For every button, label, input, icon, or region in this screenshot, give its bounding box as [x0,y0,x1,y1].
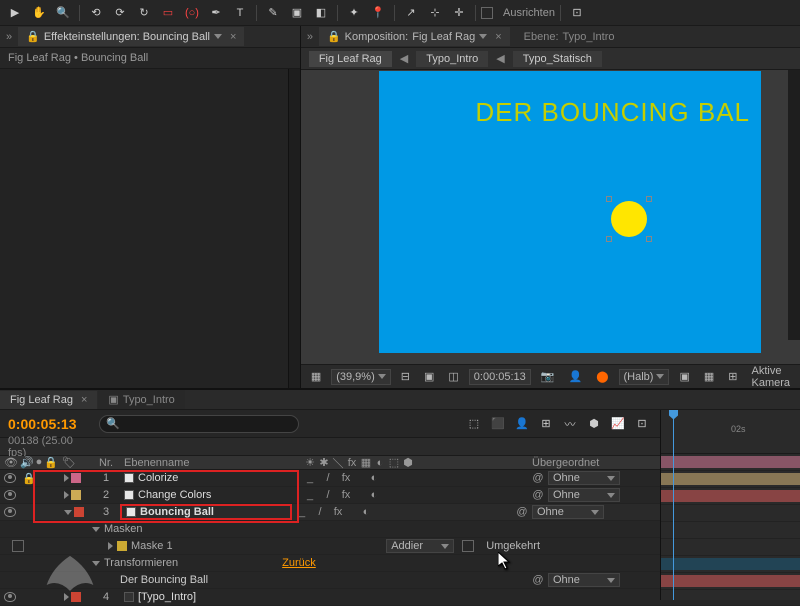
shy-icon[interactable]: 👤 [512,415,532,433]
close-icon[interactable]: × [230,31,236,43]
brush-tool[interactable]: ✎ [262,3,284,23]
camera-label[interactable]: Aktive Kamera [747,365,794,389]
timeline-tab[interactable]: Fig Leaf Rag× [0,391,97,409]
parent-dropdown[interactable]: Ohne [548,488,620,502]
effects-subtitle: Fig Leaf Rag • Bouncing Ball [0,48,300,69]
effects-panel: » 🔒 Effekteinstellungen: Bouncing Ball ×… [0,26,301,388]
mask-icon[interactable]: ◫ [444,370,462,383]
layer-tab[interactable]: Ebene: Typo_Intro [516,28,623,46]
fps-display: 00138 (25.00 fps) [0,435,95,459]
timeline-tab[interactable]: ▣ Typo_Intro [98,390,184,409]
pickwhip-icon[interactable]: @ [516,506,528,518]
timeline-tracks[interactable] [660,436,800,600]
zoom-dropdown[interactable]: (39,9%) [331,369,391,385]
effects-panel-tab[interactable]: 🔒 Effekteinstellungen: Bouncing Ball × [18,27,244,46]
main-toolbar: ▶ ✋ 🔍 ⟲ ⟳ ↻ ▭ (○) ✒ T ✎ ▣ ◧ ✦ 📍 ↗ ⊹ ✛ Au… [0,0,800,26]
scrollbar[interactable] [288,69,300,388]
mask-ellipse-tool[interactable]: (○) [181,3,203,23]
channel-icon[interactable]: ⬤ [592,370,612,383]
eraser-tool[interactable]: ◧ [310,3,332,23]
inverted-checkbox[interactable] [462,540,474,552]
lock-column-icon[interactable]: 🔒 [44,456,58,469]
canvas-title-text: DER BOUNCING BAL [475,97,750,128]
transparency-icon[interactable]: ▦ [700,370,718,383]
lock-icon[interactable]: 🔒 [22,472,36,485]
mask-mode-dropdown[interactable]: Addier [386,539,454,553]
motion-blur-icon[interactable]: 〰 [560,415,580,433]
solo-column-icon[interactable]: ● [36,456,43,469]
lock-icon: 🔒 [327,30,341,43]
snapshot-icon[interactable]: 📷 [537,370,559,383]
viewer-footer: ▦ (39,9%) ⊟ ▣ ◫ 0:00:05:13 📷 👤 ⬤ (Halb) … [301,364,800,388]
parent-dropdown[interactable]: Ohne [532,505,604,519]
orbit-tool[interactable]: ⟲ [85,3,107,23]
pickwhip-icon[interactable]: @ [532,472,544,484]
current-time[interactable]: 0:00:05:13 [0,416,95,432]
roi-icon[interactable]: ▣ [675,370,693,383]
draft3d-icon[interactable]: ⬛ [488,415,508,433]
canvas[interactable]: DER BOUNCING BAL [379,71,761,353]
orbit2-tool[interactable]: ⟳ [109,3,131,23]
zoom-tool[interactable]: 🔍 [52,3,74,23]
world-axis[interactable]: ⊹ [424,3,446,23]
selection-tool[interactable]: ▶ [4,3,26,23]
puppet-tool[interactable]: 📍 [367,3,389,23]
stamp-tool[interactable]: ▣ [286,3,308,23]
close-icon[interactable]: × [81,394,87,406]
region-icon[interactable]: ▣ [420,370,438,383]
composition-tab[interactable]: 🔒 Komposition: Fig Leaf Rag × [319,27,510,46]
composition-panel: » 🔒 Komposition: Fig Leaf Rag × Ebene: T… [301,26,800,388]
label-column-icon[interactable]: 🏷 [62,457,76,469]
eye-icon[interactable] [4,473,16,483]
eye-icon[interactable] [4,490,16,500]
text-tool[interactable]: T [229,3,251,23]
eye-icon[interactable] [4,507,16,517]
roto-tool[interactable]: ✦ [343,3,365,23]
pen-tool[interactable]: ✒ [205,3,227,23]
timecode-display[interactable]: 0:00:05:13 [469,369,531,385]
show-snap-icon[interactable]: 👤 [564,370,586,383]
pickwhip-icon[interactable]: @ [532,489,544,501]
close-icon[interactable]: × [495,31,501,43]
breadcrumb: Fig Leaf Rag ◀ Typo_Intro ◀ Typo_Statisc… [301,48,800,70]
composition-viewer[interactable]: DER BOUNCING BAL [301,70,800,364]
eye-icon[interactable] [4,592,16,602]
lock-icon: 🔒 [26,30,40,43]
grid-icon[interactable]: ▦ [307,370,325,383]
effects-panel-title: Effekteinstellungen: Bouncing Ball [44,31,210,43]
parent-dropdown[interactable]: Ohne [548,471,620,485]
time-ruler[interactable]: 02s [660,410,800,438]
3d-icon[interactable]: ⊞ [724,370,741,383]
hand-tool[interactable]: ✋ [28,3,50,23]
rotate-tool[interactable]: ↻ [133,3,155,23]
local-axis[interactable]: ↗ [400,3,422,23]
graph-editor-icon[interactable]: 📈 [608,415,628,433]
bouncing-ball[interactable] [611,201,647,237]
align-checkbox[interactable] [481,7,493,19]
mask-rect-tool[interactable]: ▭ [157,3,179,23]
snap-tool[interactable]: ⊡ [566,3,588,23]
parent-dropdown[interactable]: Ohne [548,573,620,587]
comp-mini-flowchart[interactable]: ⬚ [464,415,484,433]
breadcrumb-item[interactable]: Fig Leaf Rag [309,51,392,67]
timeline-panel: Fig Leaf Rag× ▣ Typo_Intro 0:00:05:13 🔍 … [0,388,800,600]
pickwhip-icon[interactable]: @ [532,574,544,586]
timeline-search[interactable]: 🔍 [99,415,299,433]
view-axis[interactable]: ✛ [448,3,470,23]
align-label: Ausrichten [503,7,555,19]
speaker-column-icon[interactable]: 🔊 [20,456,34,469]
eye-column-icon[interactable]: 👁 [4,456,18,469]
breadcrumb-item[interactable]: Typo_Statisch [513,51,602,67]
expand-icon[interactable]: ⊡ [632,415,652,433]
breadcrumb-item[interactable]: Typo_Intro [416,51,488,67]
resolution-dropdown[interactable]: (Halb) [619,369,670,385]
frame-blend-icon[interactable]: ⊞ [536,415,556,433]
res-toggle[interactable]: ⊟ [397,370,414,383]
scrollbar[interactable] [788,70,800,340]
brainstorm-icon[interactable]: ⬢ [584,415,604,433]
reset-link[interactable]: Zurück [282,557,316,569]
